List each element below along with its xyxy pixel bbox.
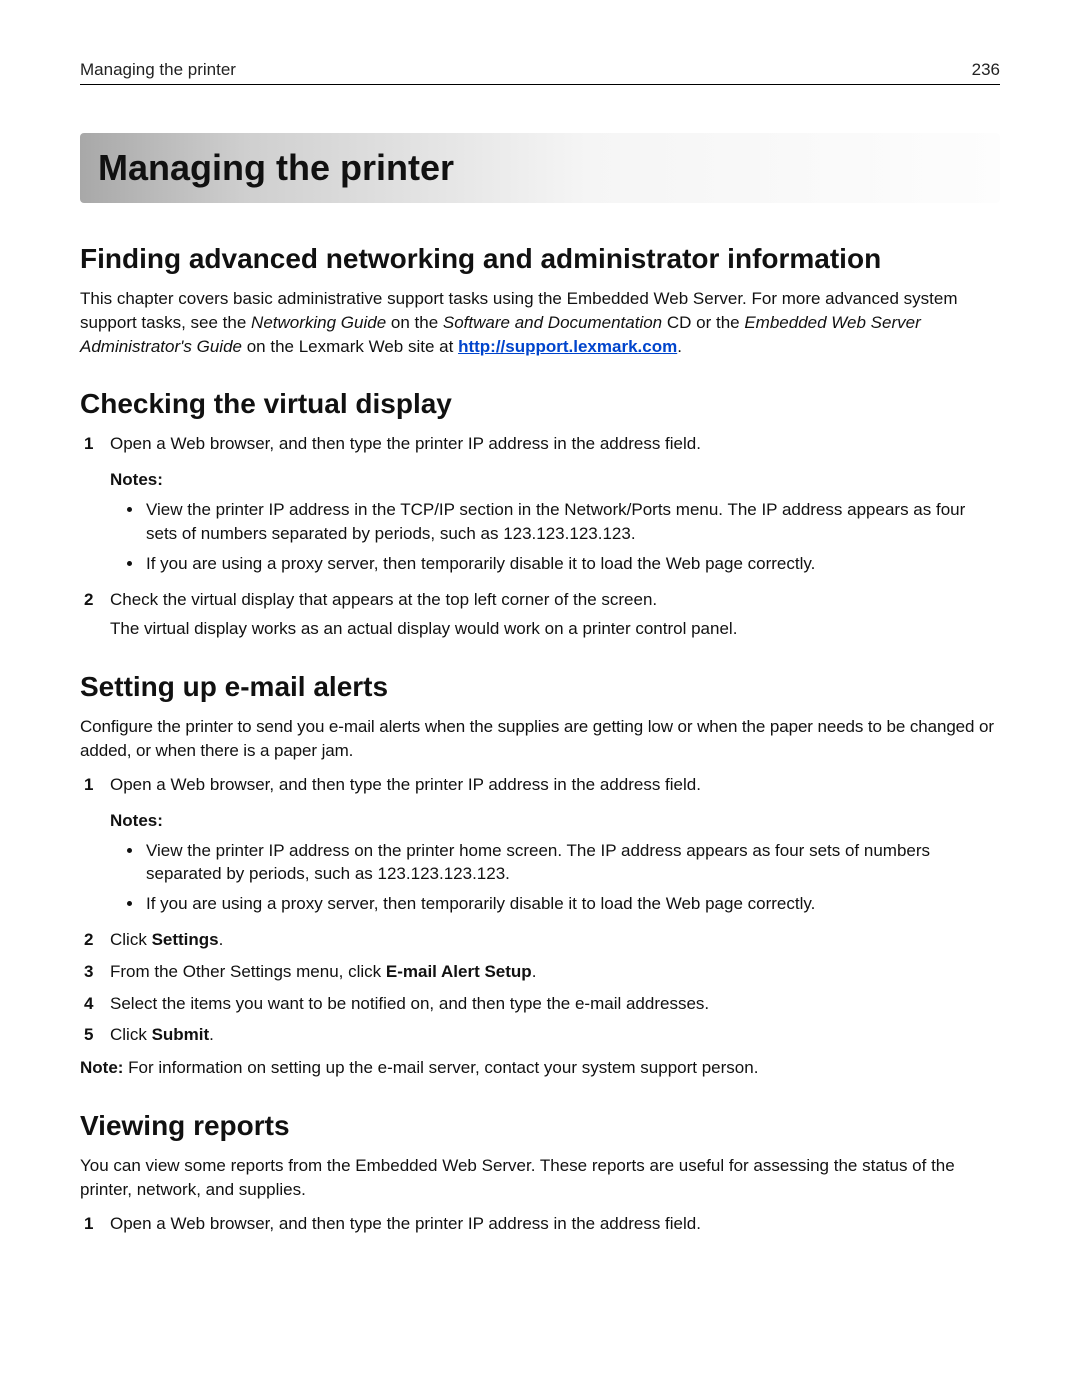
virtual-notes-label: Notes: [110, 470, 1000, 490]
email-note-label: Note: [80, 1058, 123, 1077]
reports-intro: You can view some reports from the Embed… [80, 1154, 1000, 1202]
email-step-3: 3 From the Other Settings menu, click E‑… [80, 960, 1000, 984]
email-step-4: 4 Select the items you want to be notifi… [80, 992, 1000, 1016]
email-note: Note: For information on setting up the … [80, 1057, 1000, 1080]
email-step-5-bold: Submit [152, 1025, 210, 1044]
heading-virtual-display: Checking the virtual display [80, 388, 1000, 420]
header-page-number: 236 [972, 60, 1000, 80]
email-step-3-pre: From the Other Settings menu, click [110, 962, 386, 981]
email-step-2-pre: Click [110, 930, 152, 949]
page-title: Managing the printer [80, 133, 1000, 203]
virtual-step-1: 1 Open a Web browser, and then type the … [80, 432, 1000, 456]
heading-email-alerts: Setting up e‑mail alerts [80, 671, 1000, 703]
virtual-steps: 1 Open a Web browser, and then type the … [80, 432, 1000, 456]
email-notes-list: View the printer IP address on the print… [80, 839, 1000, 916]
virtual-step-2-sub: The virtual display works as an actual d… [110, 617, 1000, 641]
email-step-2-bold: Settings [152, 930, 219, 949]
step-number: 2 [84, 588, 93, 612]
finding-intro-text-4: on the Lexmark Web site at [242, 337, 458, 356]
reports-step-1-text: Open a Web browser, and then type the pr… [110, 1214, 701, 1233]
virtual-step-1-text: Open a Web browser, and then type the pr… [110, 434, 701, 453]
email-notes-label: Notes: [110, 811, 1000, 831]
step-number: 3 [84, 960, 93, 984]
header-left: Managing the printer [80, 60, 236, 80]
finding-intro-text-3: CD or the [662, 313, 744, 332]
email-step-5-post: . [209, 1025, 214, 1044]
reports-steps: 1 Open a Web browser, and then type the … [80, 1212, 1000, 1236]
virtual-note-2: If you are using a proxy server, then te… [144, 552, 1000, 576]
step-number: 1 [84, 773, 93, 797]
finding-intro-italic-1: Networking Guide [251, 313, 386, 332]
step-number: 2 [84, 928, 93, 952]
email-steps-1: 1 Open a Web browser, and then type the … [80, 773, 1000, 797]
heading-finding: Finding advanced networking and administ… [80, 243, 1000, 275]
email-step-5: 5 Click Submit. [80, 1023, 1000, 1047]
page-header: Managing the printer 236 [80, 60, 1000, 85]
email-note-2: If you are using a proxy server, then te… [144, 892, 1000, 916]
finding-intro-text-2: on the [386, 313, 443, 332]
finding-intro-text-5: . [677, 337, 682, 356]
virtual-steps-2: 2 Check the virtual display that appears… [80, 588, 1000, 642]
step-number: 4 [84, 992, 93, 1016]
step-number: 1 [84, 432, 93, 456]
email-intro: Configure the printer to send you e‑mail… [80, 715, 1000, 763]
email-note-body: For information on setting up the e‑mail… [123, 1058, 758, 1077]
step-number: 5 [84, 1023, 93, 1047]
email-step-4-text: Select the items you want to be notified… [110, 994, 709, 1013]
virtual-notes-list: View the printer IP address in the TCP/I… [80, 498, 1000, 575]
heading-viewing-reports: Viewing reports [80, 1110, 1000, 1142]
support-link[interactable]: http://support.lexmark.com [458, 337, 677, 356]
page: Managing the printer 236 Managing the pr… [0, 0, 1080, 1397]
email-note-1: View the printer IP address on the print… [144, 839, 1000, 887]
virtual-step-2: 2 Check the virtual display that appears… [80, 588, 1000, 642]
email-step-1-text: Open a Web browser, and then type the pr… [110, 775, 701, 794]
email-step-3-post: . [532, 962, 537, 981]
finding-intro: This chapter covers basic administrative… [80, 287, 1000, 358]
reports-step-1: 1 Open a Web browser, and then type the … [80, 1212, 1000, 1236]
virtual-step-2-text: Check the virtual display that appears a… [110, 590, 657, 609]
email-steps-2: 2 Click Settings. 3 From the Other Setti… [80, 928, 1000, 1047]
virtual-note-1: View the printer IP address in the TCP/I… [144, 498, 1000, 546]
email-step-5-pre: Click [110, 1025, 152, 1044]
step-number: 1 [84, 1212, 93, 1236]
email-step-2: 2 Click Settings. [80, 928, 1000, 952]
finding-intro-italic-2: Software and Documentation [443, 313, 662, 332]
email-step-1: 1 Open a Web browser, and then type the … [80, 773, 1000, 797]
email-step-3-bold: E‑mail Alert Setup [386, 962, 532, 981]
email-step-2-post: . [219, 930, 224, 949]
